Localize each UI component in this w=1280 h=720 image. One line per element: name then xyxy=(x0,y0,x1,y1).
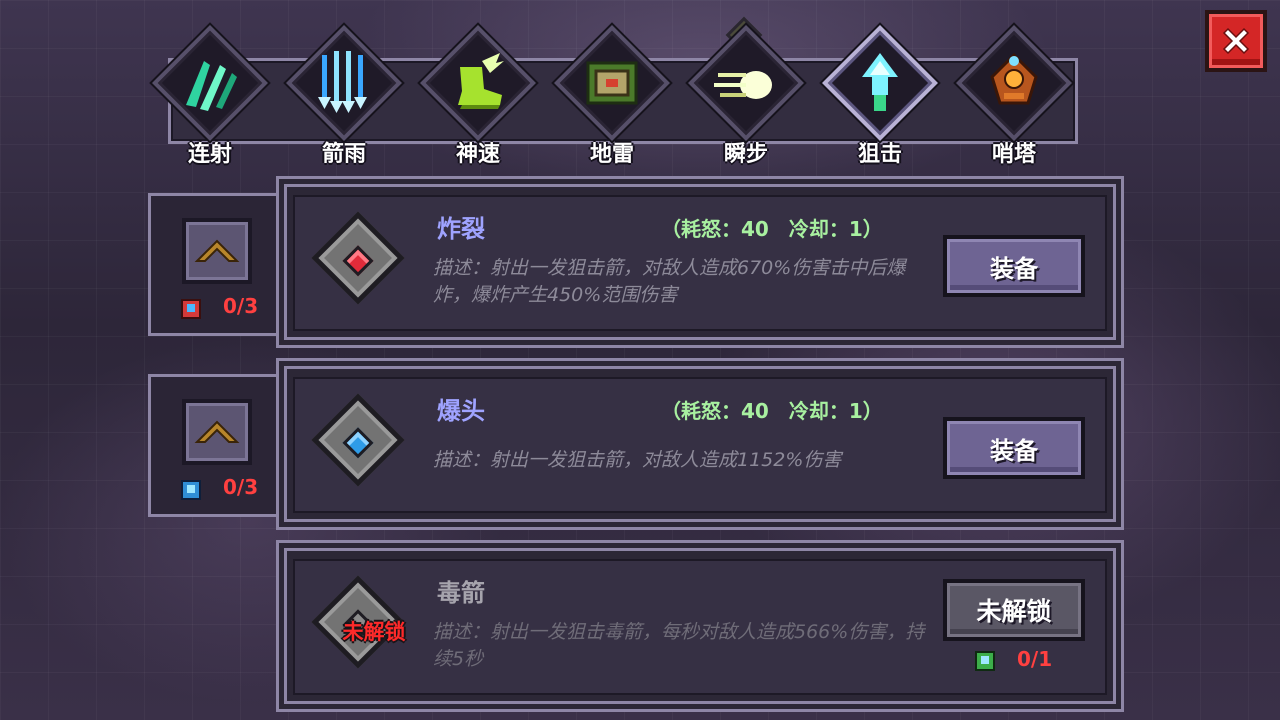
upgrade-button[interactable] xyxy=(182,218,252,284)
upgrade-panel-headshot: 0/3 xyxy=(148,374,278,517)
tab-arrow-rain[interactable]: 箭雨 xyxy=(284,25,404,170)
skill-description: 描述：射出一发狙击箭，对敌人造成1152%伤害 xyxy=(433,449,842,471)
upgrade-cost: 0/3 xyxy=(223,475,259,499)
tab-speed[interactable]: 神速 xyxy=(418,25,538,170)
blink-step-icon xyxy=(714,71,772,99)
skill-card-explode: 炸裂 （耗怒：40 冷却：1） 描述：射出一发狙击箭，对敌人造成670%伤害击中… xyxy=(276,176,1124,348)
skill-stats: （耗怒：40 冷却：1） xyxy=(661,399,883,423)
tab-label: 地雷 xyxy=(589,142,634,167)
locked-tag: 未解锁 xyxy=(342,620,406,644)
tab-snipe[interactable]: 狙击 xyxy=(820,25,940,170)
skill-stats: （耗怒：40 冷却：1） xyxy=(661,217,883,241)
equip-button[interactable]: 装备 xyxy=(943,417,1085,479)
locked-button[interactable]: 未解锁 xyxy=(943,579,1085,641)
skill-card-poison-arrow: 未解锁 毒箭 描述：射出一发狙击毒箭，每秒对敌人造成566%伤害，持续5秒 未解… xyxy=(276,540,1124,712)
unlock-cost: 0/1 xyxy=(1017,647,1053,671)
tab-landmine[interactable]: 地雷 xyxy=(552,25,672,170)
snipe-icon xyxy=(862,53,898,111)
upgrade-panel-explode: 0/3 xyxy=(148,193,278,336)
tab-label: 瞬步 xyxy=(723,142,768,167)
upgrade-button[interactable] xyxy=(182,399,252,465)
skill-name: 毒箭 xyxy=(437,579,485,607)
red-skill-book-icon xyxy=(181,299,201,319)
close-icon xyxy=(1222,27,1250,55)
upgrade-cost: 0/3 xyxy=(223,294,259,318)
green-skill-book-icon xyxy=(975,651,995,671)
sentry-tower-icon xyxy=(990,52,1038,105)
skill-name: 爆头 xyxy=(437,397,485,425)
equip-button[interactable]: 装备 xyxy=(943,235,1085,297)
arrow-rain-icon xyxy=(318,51,367,113)
tab-sentry-tower[interactable]: 哨塔 xyxy=(954,25,1074,170)
red-gem-icon xyxy=(342,245,374,277)
tab-label: 连射 xyxy=(187,142,232,167)
tab-label: 狙击 xyxy=(857,142,902,167)
chevron-up-icon xyxy=(194,239,240,262)
close-button[interactable] xyxy=(1205,10,1267,72)
landmine-icon xyxy=(586,61,638,105)
tab-label: 箭雨 xyxy=(321,142,366,167)
tab-label: 哨塔 xyxy=(991,142,1036,167)
chevron-up-icon xyxy=(194,420,240,443)
skill-name: 炸裂 xyxy=(437,215,485,243)
skill-description: 描述：射出一发狙击毒箭，每秒对敌人造成566%伤害，持续5秒 xyxy=(433,621,925,670)
tab-multishot[interactable]: 连射 xyxy=(150,25,270,170)
tab-label: 神速 xyxy=(455,142,500,167)
skill-description: 描述：射出一发狙击箭，对敌人造成670%伤害击中后爆炸，爆炸产生450%范围伤害 xyxy=(433,257,906,306)
speed-boot-icon xyxy=(458,53,504,109)
skill-card-headshot: 爆头 （耗怒：40 冷却：1） 描述：射出一发狙击箭，对敌人造成1152%伤害 … xyxy=(276,358,1124,530)
blue-skill-book-icon xyxy=(181,480,201,500)
blue-gem-icon xyxy=(342,427,374,459)
tab-blink-step[interactable]: 瞬步 xyxy=(686,25,806,170)
multishot-icon xyxy=(186,61,237,111)
